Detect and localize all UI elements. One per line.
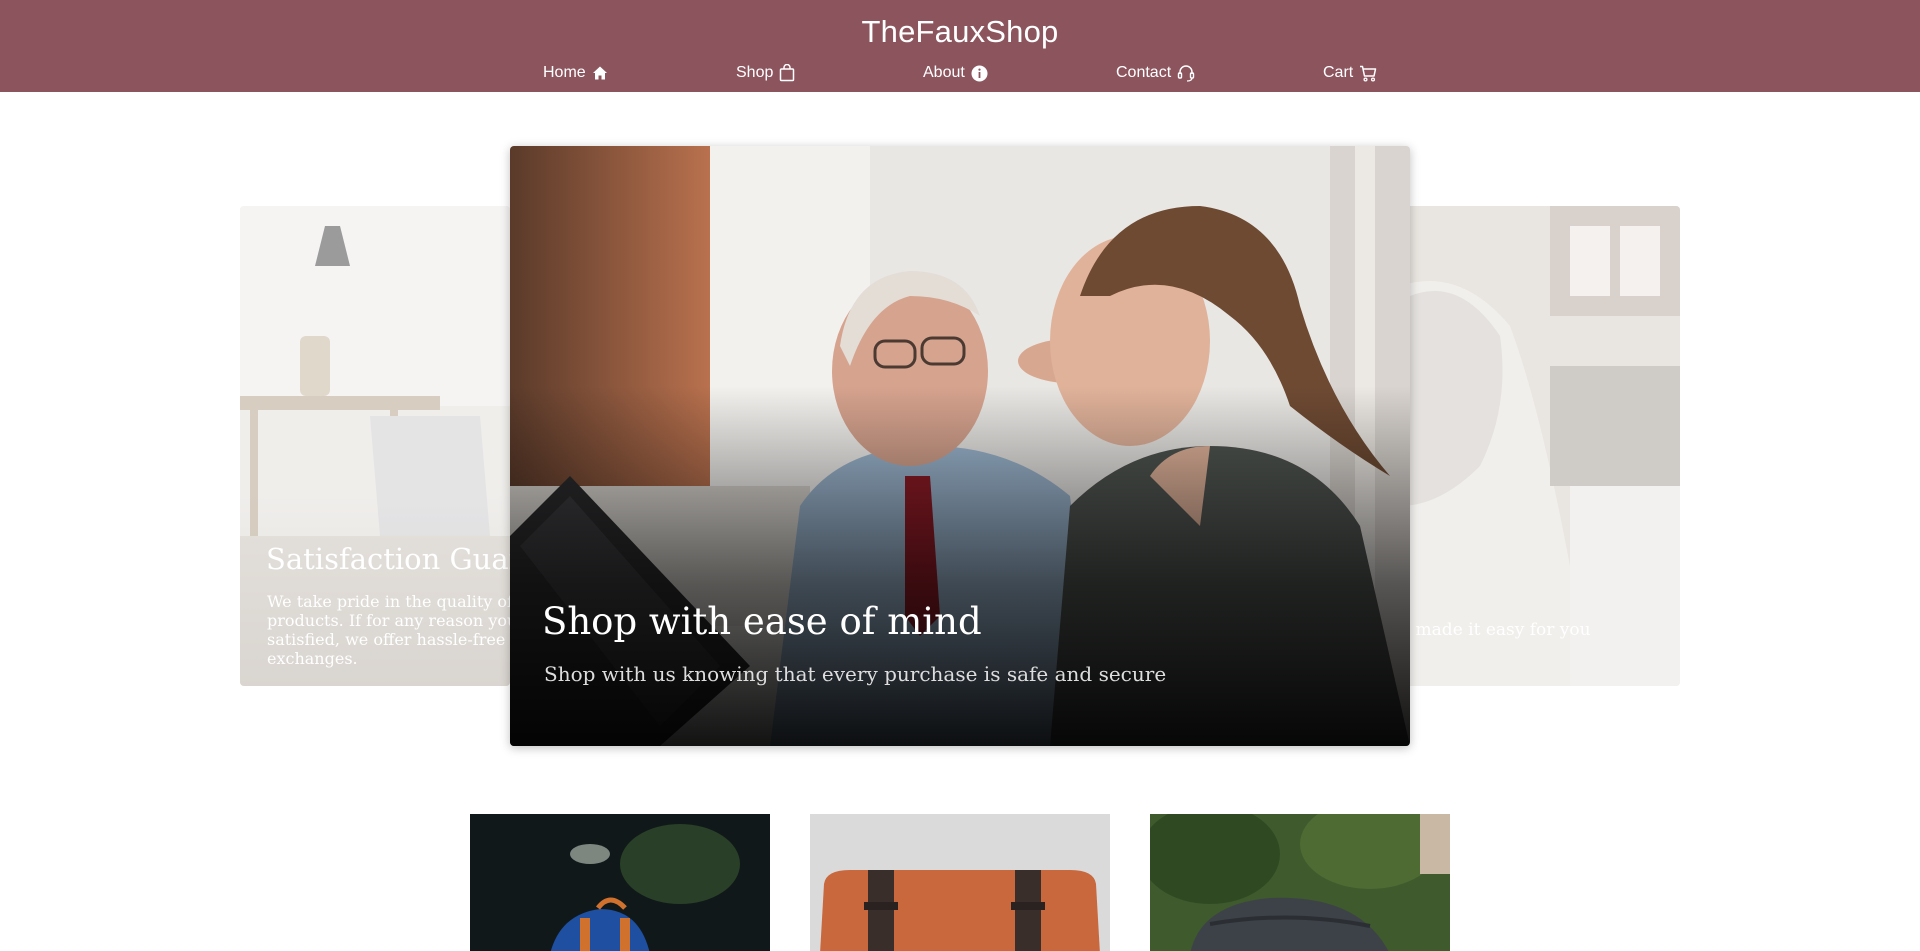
brand-title[interactable]: TheFauxShop [0, 14, 1920, 50]
nav-cart[interactable]: Cart [1323, 62, 1377, 84]
nav-shop[interactable]: Shop [736, 62, 795, 84]
nav-about-label: About [923, 64, 965, 81]
headset-icon [1177, 64, 1195, 82]
carousel-slide-right[interactable]: We made it easy for you [1400, 206, 1680, 686]
nav-shop-label: Shop [736, 64, 774, 81]
leather-messenger-image [810, 814, 1110, 951]
nav-contact[interactable]: Contact [1116, 62, 1195, 84]
grey-backpack-image [1150, 814, 1450, 951]
slide-right-text: We made it easy for you [1400, 620, 1591, 640]
nav-home[interactable]: Home [543, 62, 608, 84]
blue-backpack-image [470, 814, 770, 951]
nav-contact-label: Contact [1116, 64, 1172, 81]
slide-left-text: We take pride in the quality of our prod… [267, 592, 510, 668]
cart-icon [1359, 65, 1377, 82]
info-icon [971, 65, 988, 82]
carousel-slide-left[interactable]: Satisfaction Guarantee We take pride in … [240, 206, 510, 686]
home-icon [592, 65, 608, 81]
nav-about[interactable]: About [923, 62, 988, 84]
product-card-2[interactable] [810, 814, 1110, 951]
carousel-slide-active[interactable]: Shop with ease of mind Shop with us know… [510, 146, 1410, 746]
product-card-3[interactable] [1150, 814, 1450, 951]
slide-active-title: Shop with ease of mind [542, 600, 982, 643]
shopping-bag-icon [779, 64, 795, 82]
site-header: TheFauxShop Home Shop About Contact Cart [0, 0, 1920, 92]
product-card-1[interactable] [470, 814, 770, 951]
nav-home-label: Home [543, 64, 586, 81]
slide-active-subtitle: Shop with us knowing that every purchase… [544, 662, 1167, 686]
slide-left-title: Satisfaction Guarantee [266, 542, 510, 576]
nav-cart-label: Cart [1323, 64, 1354, 81]
woman-in-hijab-image [1400, 206, 1680, 686]
